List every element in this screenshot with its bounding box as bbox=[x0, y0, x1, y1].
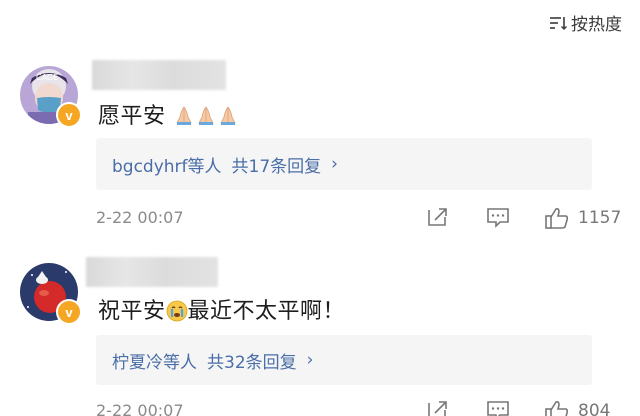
comment-meta: 2-22 00:07 1157 bbox=[96, 206, 626, 232]
comment-icon bbox=[487, 401, 509, 416]
verified-badge-icon: v bbox=[56, 299, 82, 325]
username-redacted bbox=[92, 60, 226, 90]
like-count: 1157 bbox=[578, 208, 622, 228]
reply-button[interactable] bbox=[486, 399, 510, 416]
reply-count: 共32条回复 bbox=[207, 352, 297, 373]
chevron-right-icon: › bbox=[306, 350, 314, 370]
avatar[interactable]: CAGE v bbox=[20, 66, 82, 128]
username-redacted bbox=[86, 257, 218, 287]
folded-hands-icon bbox=[195, 105, 217, 133]
reply-count: 共17条回复 bbox=[231, 156, 322, 177]
replies-preview-link[interactable]: bgcdyhrf等人 共17条回复 › bbox=[96, 138, 592, 190]
share-button[interactable] bbox=[426, 206, 450, 228]
crying-face-icon bbox=[166, 300, 188, 328]
comment-icon bbox=[487, 208, 509, 228]
like-button[interactable]: 1157 bbox=[544, 206, 621, 230]
comment-feed: 按热度 CAGE v 愿平安 bgcdyhrf等人 共17条回复 › 2-22 … bbox=[0, 0, 640, 416]
share-icon bbox=[428, 208, 447, 226]
reply-button[interactable] bbox=[486, 206, 510, 228]
comment-text: 祝平安 最近不太平啊！ bbox=[98, 293, 345, 328]
like-count: 804 bbox=[578, 401, 611, 416]
comment-time: 2-22 00:07 bbox=[96, 208, 184, 227]
sort-label: 按热度 bbox=[571, 15, 622, 35]
comment-meta: 2-22 00:07 804 bbox=[96, 399, 626, 416]
replies-preview-link[interactable]: 柠夏冷等人 共32条回复 › bbox=[96, 335, 592, 385]
folded-hands-icon bbox=[217, 105, 239, 133]
folded-hands-icon bbox=[173, 105, 195, 133]
verified-badge-icon: v bbox=[56, 102, 82, 128]
thumbs-up-icon bbox=[545, 401, 569, 416]
avatar[interactable]: v bbox=[20, 263, 82, 325]
comment-time: 2-22 00:07 bbox=[96, 401, 184, 416]
sort-by-hot-button[interactable]: 按热度 bbox=[549, 10, 622, 35]
sort-lines-icon bbox=[549, 15, 567, 31]
share-button[interactable] bbox=[426, 399, 450, 416]
reply-users: 柠夏冷等人 bbox=[112, 352, 197, 373]
comment-text: 愿平安 bbox=[98, 98, 239, 133]
chevron-right-icon: › bbox=[331, 154, 338, 174]
share-icon bbox=[428, 401, 447, 416]
thumbs-up-icon bbox=[545, 208, 569, 229]
reply-users: bgcdyhrf等人 bbox=[112, 156, 222, 177]
svg-text:CAGE: CAGE bbox=[36, 73, 58, 82]
like-button[interactable]: 804 bbox=[544, 399, 610, 416]
